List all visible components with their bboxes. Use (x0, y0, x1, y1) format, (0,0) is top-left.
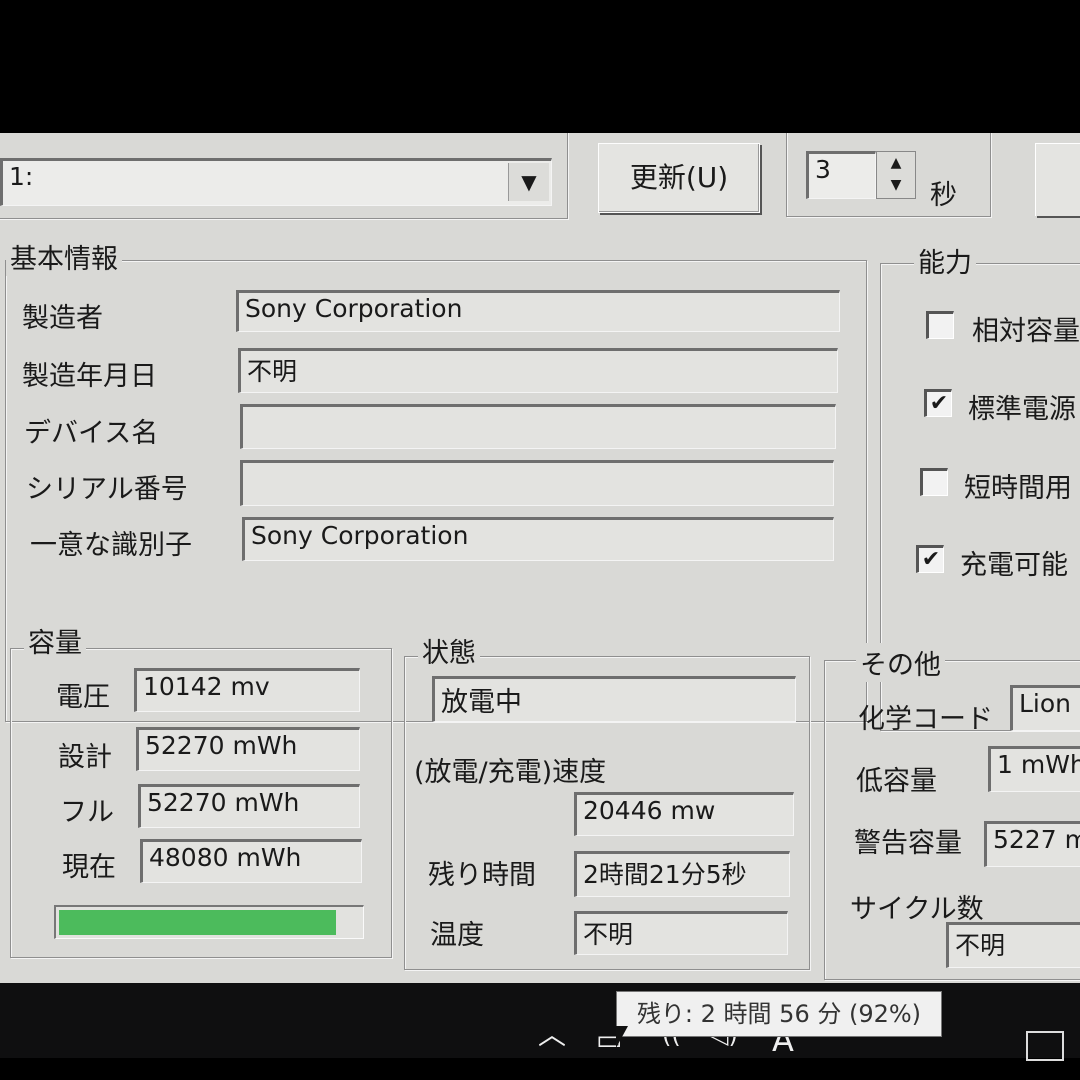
interval-spinner[interactable]: ▲ ▼ (876, 151, 916, 199)
system-power-checkbox[interactable]: ✔ (924, 389, 952, 417)
capability-legend: 能力 (914, 241, 976, 280)
serial-number-label: シリアル番号 (26, 474, 188, 505)
cycle-count-field: 不明 (946, 922, 1080, 968)
battery-tooltip: 残り: 2 時間 56 分 (92%) (616, 991, 942, 1037)
relative-capacity-checkbox[interactable] (926, 311, 954, 339)
interval-unit-label: 秒 (930, 180, 957, 211)
battery-info-window: 1: ▼ 更新(U) 3 ▲ ▼ 秒 基本情報 製造者 Sony Corpora… (0, 133, 1080, 983)
design-capacity-label: 設計 (58, 742, 112, 773)
charge-progress-bar (54, 905, 364, 939)
remaining-time-field: 2時間21分5秒 (574, 851, 790, 897)
refresh-button[interactable]: 更新(U) (598, 143, 760, 213)
relative-capacity-label: 相対容量 (972, 316, 1080, 347)
charge-progress-fill (59, 910, 336, 935)
low-capacity-field: 1 mWh (988, 746, 1080, 792)
status-legend: 状態 (418, 631, 480, 670)
short-term-checkbox[interactable] (920, 468, 948, 496)
rechargeable-checkbox[interactable]: ✔ (916, 545, 944, 573)
manufacturer-field: Sony Corporation (236, 290, 840, 332)
current-capacity-field: 48080 mWh (140, 839, 362, 883)
state-field: 放電中 (432, 676, 796, 722)
select-group-frame (0, 133, 568, 219)
temperature-label: 温度 (430, 920, 484, 951)
manufacture-date-label: 製造年月日 (22, 361, 157, 392)
unique-id-label: 一意な識別子 (30, 530, 192, 561)
unique-id-field: Sony Corporation (242, 517, 834, 561)
short-term-label: 短時間用 (964, 473, 1072, 504)
low-capacity-label: 低容量 (856, 766, 937, 797)
rechargeable-label: 充電可能 (960, 550, 1068, 581)
rate-label: (放電/充電)速度 (414, 757, 607, 788)
manufacture-date-field: 不明 (238, 348, 838, 393)
chemistry-label: 化学コード (858, 704, 993, 735)
device-name-field (240, 404, 836, 449)
spinner-up-icon[interactable]: ▲ (877, 152, 915, 174)
device-name-label: デバイス名 (24, 418, 159, 449)
temperature-field: 不明 (574, 911, 788, 955)
capacity-legend: 容量 (24, 621, 86, 660)
spinner-down-icon[interactable]: ▼ (877, 174, 915, 196)
voltage-label: 電圧 (56, 682, 110, 713)
full-capacity-field: 52270 mWh (138, 784, 360, 828)
chemistry-field: Lion (1010, 685, 1080, 731)
other-legend: その他 (856, 643, 945, 682)
remaining-time-label: 残り時間 (428, 860, 536, 891)
basic-info-legend: 基本情報 (6, 237, 122, 276)
cycle-count-label: サイクル数 (850, 894, 984, 925)
warning-capacity-field: 5227 m (984, 821, 1080, 867)
warning-capacity-label: 警告容量 (854, 828, 962, 859)
notification-icon[interactable] (1026, 1031, 1064, 1061)
full-capacity-label: フル (60, 797, 114, 828)
rate-field: 20446 mw (574, 792, 794, 836)
close-button-partial[interactable] (1035, 143, 1080, 216)
system-power-label: 標準電源 (968, 394, 1076, 425)
mouse-cursor-icon (616, 1026, 628, 1048)
interval-input[interactable]: 3 (806, 151, 876, 199)
chevron-up-icon[interactable]: ︿ (538, 1013, 566, 1053)
current-capacity-label: 現在 (62, 852, 116, 883)
serial-number-field (240, 460, 834, 506)
manufacturer-label: 製造者 (22, 303, 103, 334)
design-capacity-field: 52270 mWh (136, 727, 360, 771)
tooltip-text: 残り: 2 時間 56 分 (92%) (636, 1000, 922, 1028)
voltage-field: 10142 mv (134, 668, 360, 712)
